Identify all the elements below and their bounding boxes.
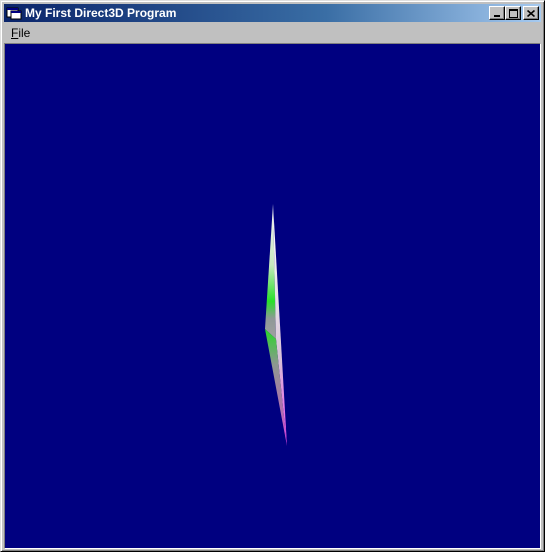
window-title: My First Direct3D Program bbox=[25, 6, 177, 20]
minimize-icon bbox=[494, 14, 500, 17]
close-icon bbox=[527, 9, 535, 17]
window-app-icon[interactable] bbox=[6, 5, 22, 21]
shape-face-lower bbox=[265, 329, 287, 446]
rendered-shape bbox=[265, 204, 287, 446]
menu-file-label: ile bbox=[18, 25, 31, 40]
direct3d-viewport[interactable] bbox=[4, 43, 541, 549]
close-button[interactable] bbox=[523, 6, 539, 20]
menu-bar: File bbox=[4, 23, 541, 42]
maximize-button[interactable] bbox=[505, 6, 521, 20]
minimize-button[interactable] bbox=[489, 6, 505, 20]
title-bar[interactable]: My First Direct3D Program bbox=[4, 4, 541, 22]
maximize-icon bbox=[508, 8, 518, 18]
menu-file[interactable]: File bbox=[4, 26, 36, 40]
main-window: My First Direct3D Program File bbox=[0, 0, 545, 552]
shape-face-left bbox=[265, 204, 276, 339]
